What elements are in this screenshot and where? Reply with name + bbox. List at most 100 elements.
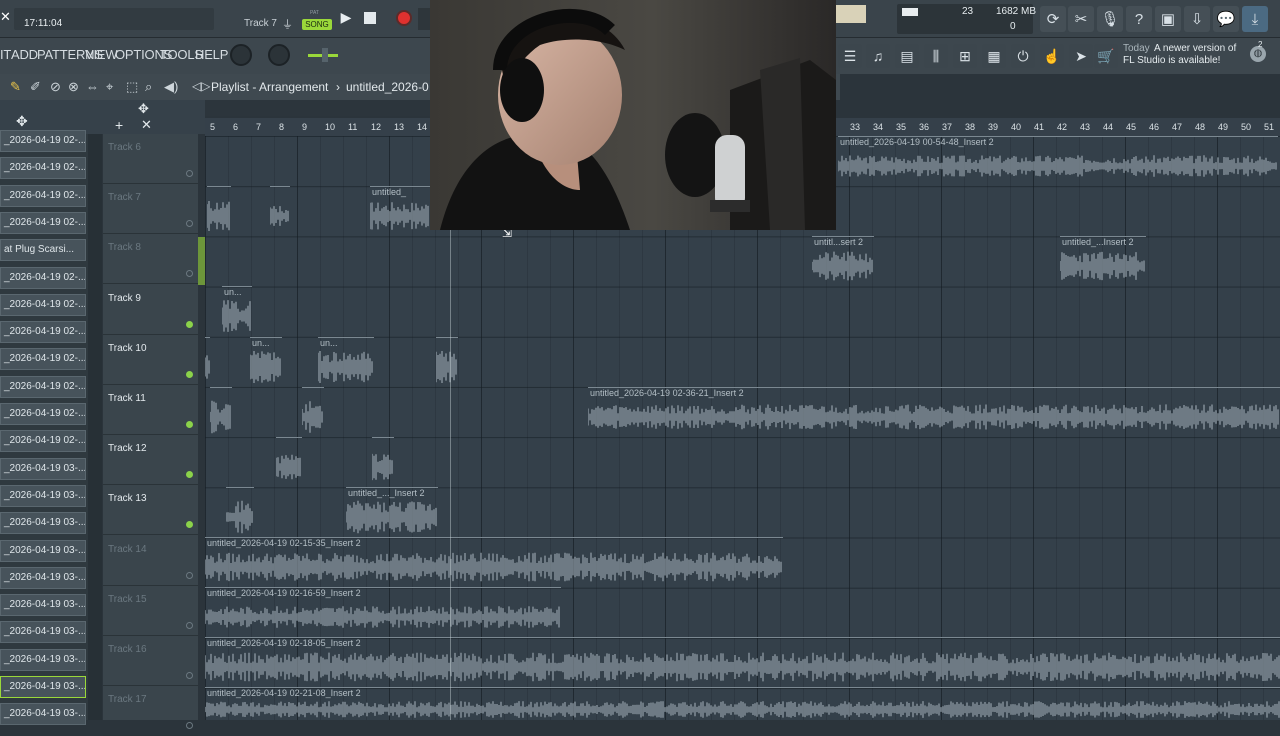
pattern-list-item[interactable]: _2026-04-19 03-... [0, 457, 86, 480]
download-icon[interactable]: ⤓ [1242, 6, 1268, 32]
play-button[interactable]: ▶ [336, 9, 356, 29]
track-header[interactable]: Track 14 [103, 536, 198, 586]
help-icon[interactable]: ? [1126, 6, 1152, 32]
pattern-list-item[interactable]: _2026-04-19 03-... [0, 703, 86, 726]
piano-roll-icon[interactable]: ♫ [866, 44, 890, 68]
audio-clip[interactable]: untitled_..._Insert 2 [346, 487, 438, 535]
audio-clip[interactable]: untitl...sert 2 [812, 236, 874, 284]
draw-tool-icon[interactable]: ✎ [10, 79, 21, 95]
timeline-marker-icon[interactable]: ✥ [138, 101, 149, 117]
audio-clip[interactable]: untitled_2026-04-19 02-36-21_Insert 2 [588, 387, 1280, 435]
refresh-icon[interactable]: ⟳ [1040, 6, 1066, 32]
audio-clip[interactable] [270, 186, 290, 234]
touch-controller-icon[interactable]: ☝ [1040, 44, 1064, 68]
chat-icon[interactable]: 💬 [1213, 6, 1239, 32]
audio-clip[interactable]: untitled_2026-04-19 02-16-59_Insert 2 [205, 587, 561, 635]
track-header[interactable]: Track 12 [103, 435, 198, 486]
news-line-2[interactable]: FL Studio is available! [1123, 55, 1220, 66]
track-header[interactable]: Track 6 [103, 134, 198, 184]
remove-track-icon[interactable]: ✕ [141, 117, 152, 133]
track-muted-led[interactable] [186, 170, 193, 177]
pattern-list-item[interactable]: _2026-04-19 03-... [0, 594, 86, 617]
audio-clip[interactable]: untitled_2026-04-19 02-21-08_Insert 2 [205, 687, 1280, 720]
audio-clip[interactable]: untitled_...Insert 2 [1060, 236, 1146, 284]
add-track-icon[interactable]: + [115, 117, 123, 133]
paint-tool-icon[interactable]: ✐ [30, 79, 41, 95]
slip-tool-icon[interactable]: ⇔ [86, 79, 99, 94]
cut-tool-icon[interactable]: ✂ [1068, 6, 1094, 32]
track-muted-led[interactable] [186, 571, 193, 579]
audio-clip[interactable] [372, 437, 394, 485]
track-header[interactable]: Track 11 [103, 385, 198, 435]
pattern-list-item[interactable]: _2026-04-19 03-... [0, 648, 86, 671]
pattern-list-item[interactable]: _2026-04-19 03-... [0, 484, 86, 507]
song-mode-toggle[interactable]: PAT SONG [302, 8, 332, 32]
audio-clip[interactable] [210, 387, 232, 435]
audio-clip[interactable]: un... [318, 337, 374, 385]
microphone-icon[interactable]: 🎙 [1097, 6, 1123, 32]
news-line-1[interactable]: A newer version of [1154, 43, 1236, 54]
pattern-list-item[interactable]: _2026-04-19 03-... [0, 566, 86, 589]
pattern-list-item[interactable]: _2026-04-19 02-... [0, 184, 86, 207]
pattern-list-item[interactable]: _2026-04-19 02-... [0, 375, 86, 398]
close-icon[interactable]: ✕ [0, 9, 12, 29]
track-muted-led[interactable] [186, 722, 193, 730]
track-header[interactable]: Track 13 [103, 485, 198, 536]
select-tool-icon[interactable]: ⬚ [126, 79, 138, 95]
pattern-picker-icon[interactable]: ✥ [16, 113, 28, 130]
audio-clip[interactable] [436, 337, 458, 385]
audio-clip[interactable] [226, 487, 254, 535]
menu-item-edit[interactable]: IT [0, 47, 11, 62]
master-volume-knob[interactable] [230, 44, 252, 66]
stop-button[interactable] [364, 12, 376, 24]
record-button[interactable] [396, 10, 412, 26]
track-enabled-led[interactable] [186, 471, 193, 479]
routing-icon[interactable]: ⊞ [953, 44, 977, 68]
audio-clip[interactable] [205, 337, 210, 385]
pattern-list-item[interactable]: _2026-04-19 02-... [0, 430, 86, 453]
track-muted-led[interactable] [186, 270, 193, 278]
channel-rack-icon[interactable]: ▤ [895, 44, 919, 68]
audio-clip[interactable]: untitled_ [370, 186, 430, 234]
track-header[interactable]: Track 7 [103, 184, 198, 235]
track-enabled-led[interactable] [186, 521, 193, 529]
pattern-list-item[interactable]: _2026-04-19 03-... [0, 512, 86, 535]
pattern-list-item[interactable]: _2026-04-19 02-... [0, 266, 86, 289]
shop-icon[interactable]: 🛒 [1094, 44, 1118, 68]
zoom-tool-icon[interactable]: ⌕ [145, 79, 152, 95]
track-header[interactable]: Track 9 [103, 285, 198, 335]
track-header[interactable]: Track 15 [103, 586, 198, 636]
audio-clip[interactable] [276, 437, 302, 485]
menu-item-add[interactable]: ADD [11, 47, 38, 62]
playlist-icon[interactable]: ☰ [838, 44, 862, 68]
track-muted-led[interactable] [186, 672, 193, 679]
track-enabled-led[interactable] [186, 370, 193, 378]
pattern-list-item[interactable]: _2026-04-19 02-... [0, 403, 86, 425]
track-muted-led[interactable] [186, 220, 193, 228]
plugin-icon[interactable]: ⏻ [1011, 44, 1035, 68]
pattern-list-item[interactable]: at Plug Scarsi... [0, 239, 86, 262]
playlist-arrangement-name[interactable]: untitled_2026-0 [346, 80, 429, 94]
horizontal-scrollbar[interactable] [205, 100, 430, 116]
pattern-list-item[interactable]: _2026-04-19 02-... [0, 321, 86, 344]
track-enabled-led[interactable] [186, 421, 193, 428]
audio-clip[interactable] [302, 387, 324, 435]
master-level-handle[interactable] [322, 48, 328, 62]
audio-clip[interactable]: un... [250, 337, 282, 385]
pattern-list-item[interactable]: _2026-04-19 02-... [0, 157, 86, 180]
master-pitch-knob[interactable] [268, 44, 290, 66]
delete-tool-icon[interactable]: ⊘ [50, 79, 61, 95]
track-header[interactable]: Track 10 [103, 335, 198, 385]
mixer-icon[interactable]: ⫼ [924, 44, 948, 68]
save-icon[interactable]: ▣ [1155, 6, 1181, 32]
menu-item-view[interactable]: VIEW [85, 47, 118, 62]
tempo-tapper-icon[interactable]: ➤ [1069, 44, 1093, 68]
audio-clip[interactable] [207, 186, 231, 234]
pattern-list-item[interactable]: _2026-04-19 02-... [0, 211, 86, 234]
mute-tool-icon[interactable]: ⊗ [68, 79, 79, 95]
audio-clip[interactable]: untitled_2026-04-19 02-18-05_Insert 2 [205, 637, 1280, 685]
pattern-list-item[interactable]: _2026-04-19 02-... [0, 130, 86, 152]
browser-icon[interactable]: ▦ [982, 44, 1006, 68]
pattern-list-item[interactable]: _2026-04-19 03-... [0, 676, 86, 698]
slice-tool-icon[interactable]: ⌖ [106, 79, 113, 95]
